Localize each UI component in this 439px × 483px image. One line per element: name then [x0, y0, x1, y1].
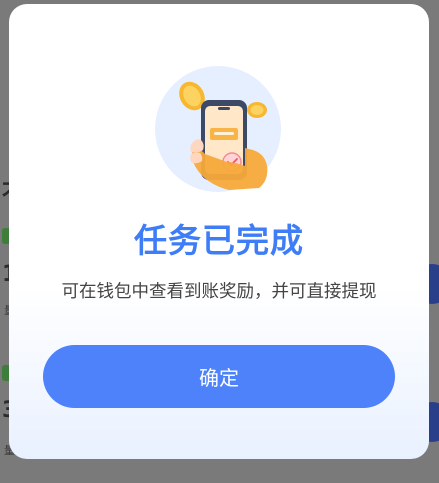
confirm-button[interactable]: 确定	[43, 345, 395, 408]
dialog-title: 任务已完成	[134, 221, 304, 260]
dialog-description: 可在钱包中查看到账奖励，并可直接提现	[61, 282, 377, 302]
phone-with-coins-icon	[155, 66, 281, 192]
task-complete-dialog: 任务已完成 可在钱包中查看到账奖励，并可直接提现 确定	[9, 4, 429, 459]
